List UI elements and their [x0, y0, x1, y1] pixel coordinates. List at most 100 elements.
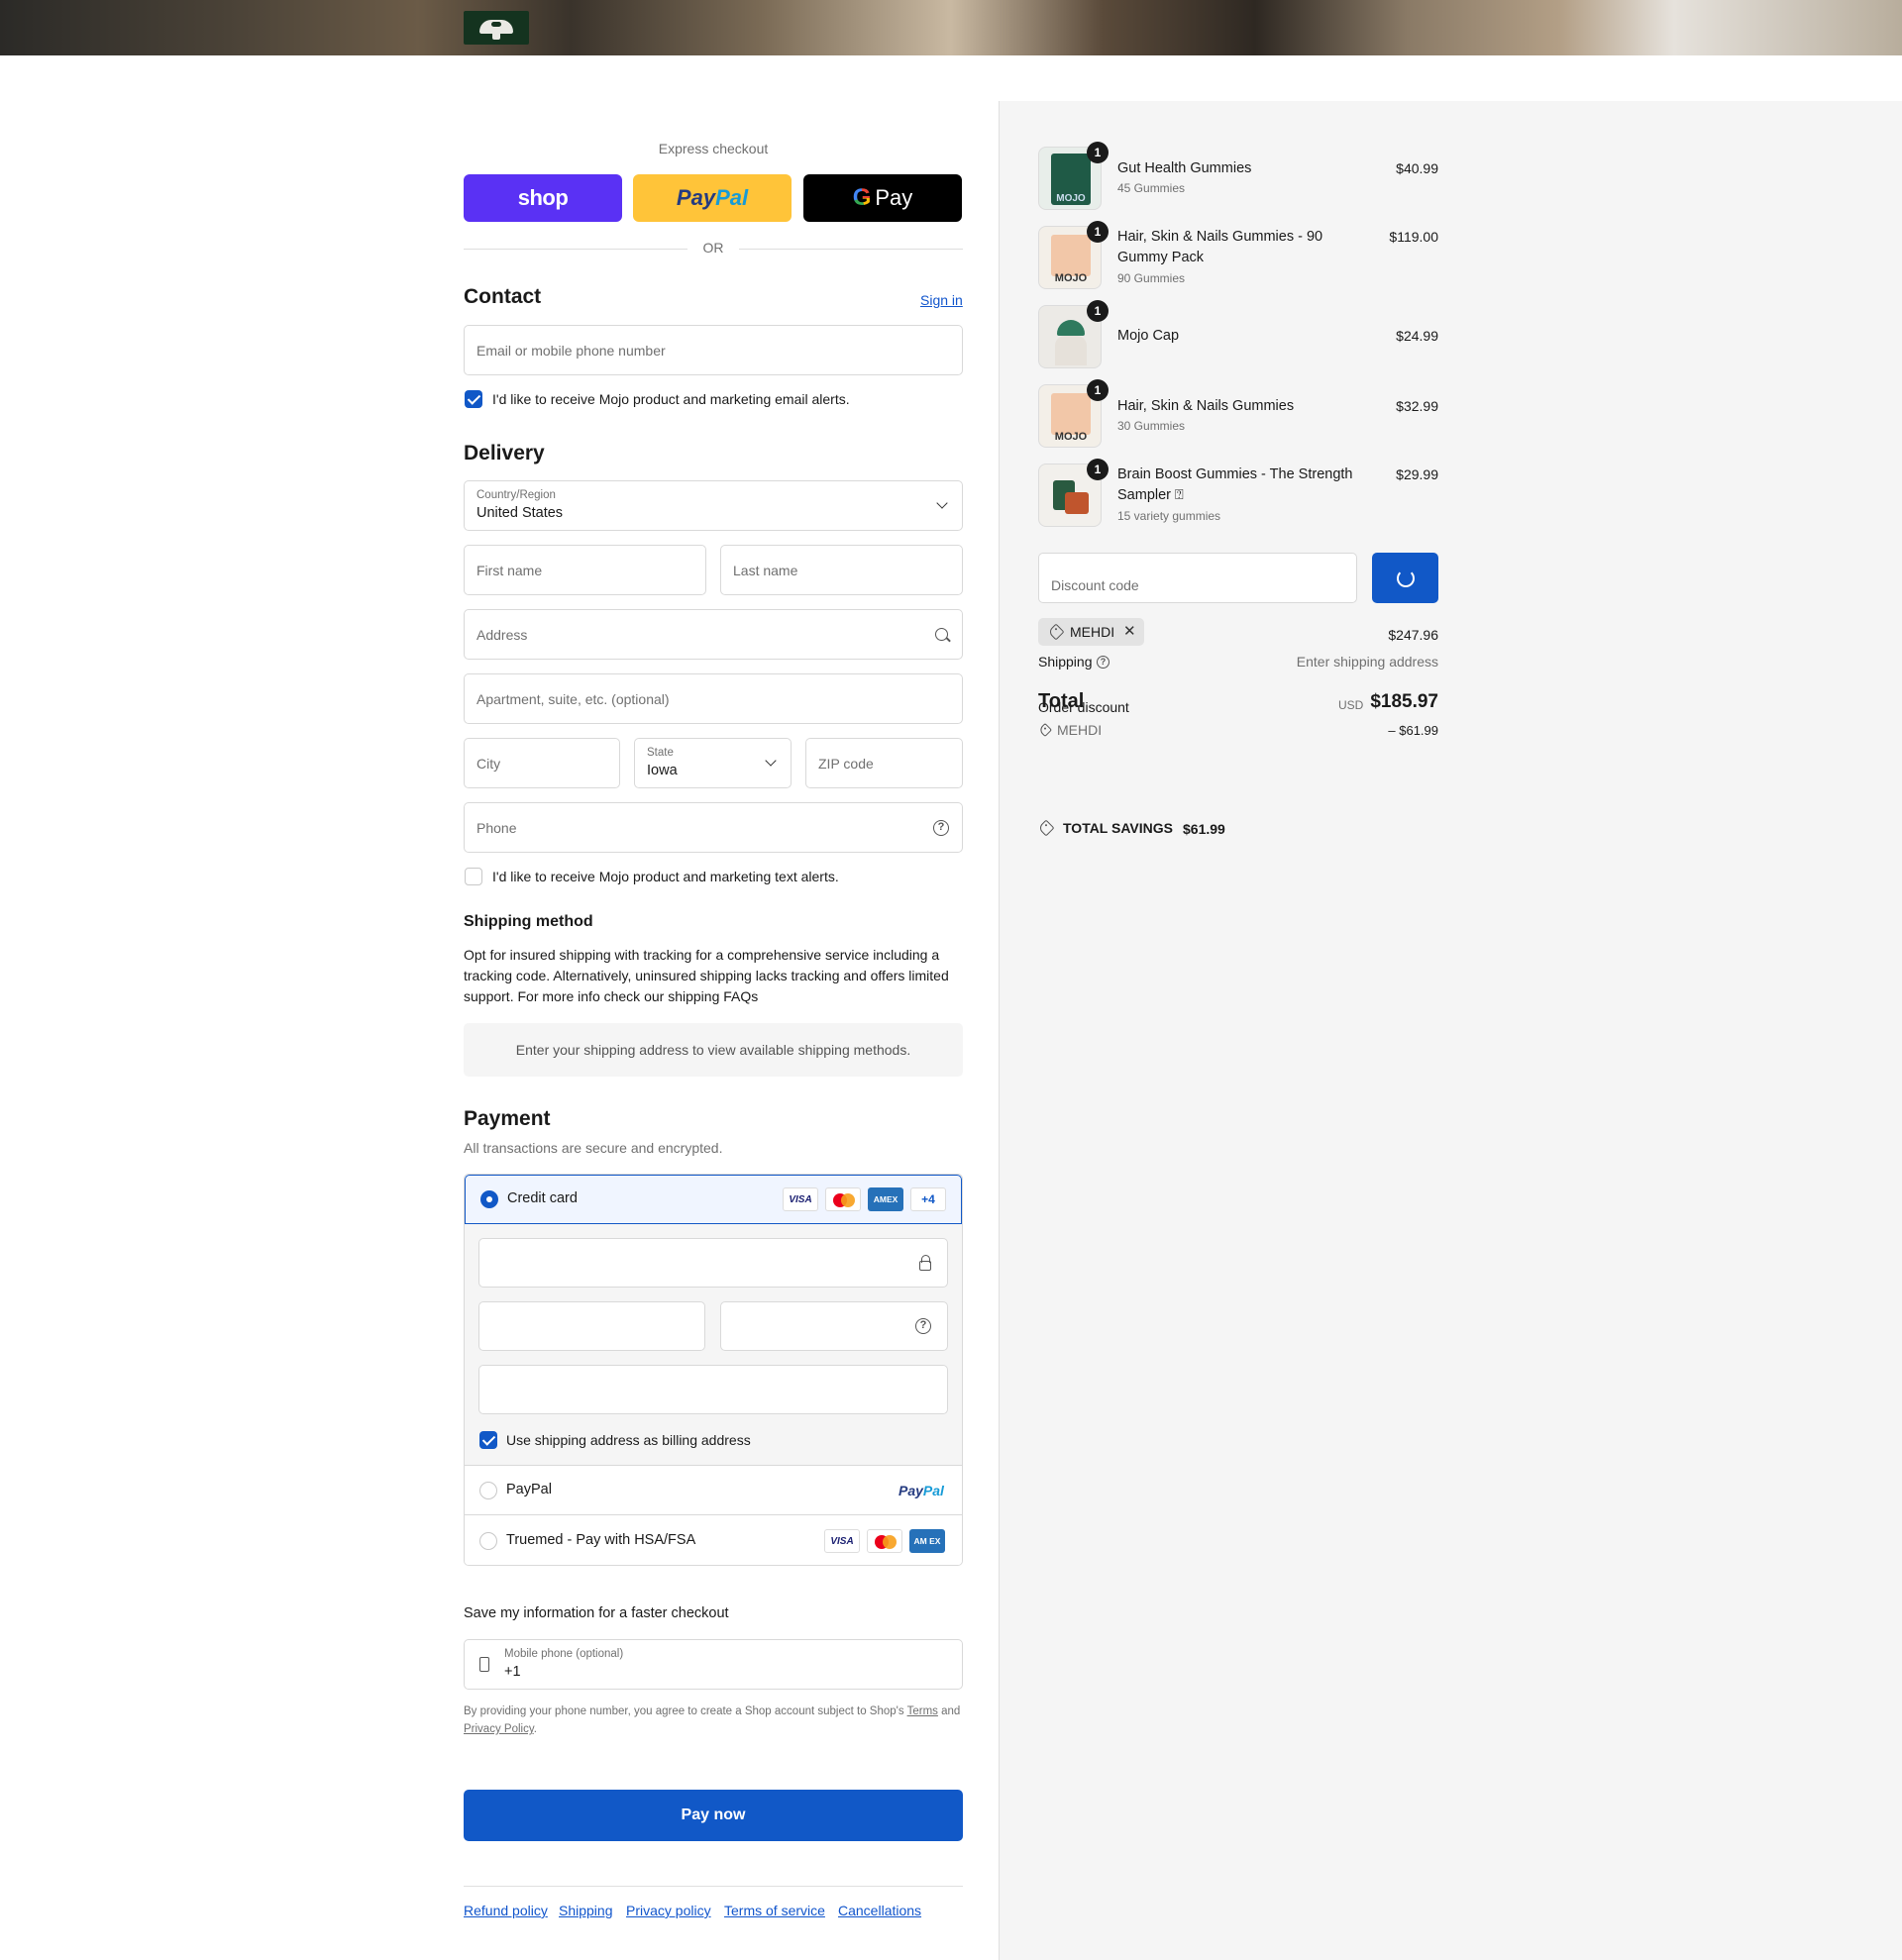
- city-placeholder: City: [476, 756, 501, 772]
- order-summary-panel: [999, 101, 1902, 1960]
- text-alerts-label: I'd like to receive Mojo product and mar…: [492, 869, 839, 884]
- billing-same-checkbox[interactable]: [479, 1431, 497, 1449]
- paypal-radio[interactable]: [479, 1482, 497, 1499]
- product-name: Gut Health Gummies: [1117, 160, 1252, 176]
- help-icon[interactable]: ?: [915, 1318, 931, 1334]
- credit-card-radio[interactable]: [480, 1190, 498, 1208]
- product-name: Brain Boost Gummies - The Strength Sampl…: [1117, 466, 1353, 503]
- paypal-option[interactable]: PayPal PayPal: [465, 1466, 962, 1515]
- legal-prefix: By providing your phone number, you agre…: [464, 1705, 904, 1717]
- zip-placeholder: ZIP code: [818, 756, 874, 772]
- country-value: United States: [476, 505, 564, 521]
- quantity-badge: 1: [1087, 142, 1109, 163]
- refund-policy-link[interactable]: Refund policy: [464, 1903, 548, 1918]
- card-number-field[interactable]: [478, 1238, 948, 1288]
- truemed-option[interactable]: Truemed - Pay with HSA/FSA VISA AM EX: [465, 1516, 962, 1565]
- contact-heading: Contact: [464, 285, 542, 308]
- mastercard-orange-circle: [883, 1535, 897, 1549]
- paypal-express-button[interactable]: Pay Pal: [633, 174, 792, 222]
- legal-and: and: [941, 1705, 961, 1717]
- shipping-value: Enter shipping address: [1296, 654, 1438, 670]
- discount-code-line: MEHDI: [1057, 722, 1103, 738]
- product-variant: 15 variety gummies: [1117, 509, 1221, 523]
- tag-icon: [1047, 623, 1065, 641]
- credit-card-option[interactable]: Credit card VISA AMEX +4: [465, 1175, 962, 1224]
- product-pouch-shape: [1051, 393, 1091, 435]
- lock-icon: [919, 1255, 931, 1271]
- product-name: Hair, Skin & Nails Gummies - 90 Gummy Pa…: [1117, 229, 1323, 265]
- loading-spinner-icon: [1397, 569, 1415, 587]
- product-name: Mojo Cap: [1117, 328, 1180, 344]
- state-select[interactable]: State Iowa: [634, 738, 792, 788]
- amex-icon: AM EX: [909, 1529, 945, 1553]
- payment-subtitle: All transactions are secure and encrypte…: [464, 1140, 723, 1156]
- discount-amount: – $61.99: [1388, 723, 1438, 738]
- mushroom-spot-shape: [491, 22, 501, 27]
- amex-icon: AMEX: [868, 1187, 903, 1211]
- product-price: $24.99: [1396, 328, 1438, 344]
- paypal-logo-icon: PayPal: [898, 1483, 944, 1498]
- help-icon[interactable]: ?: [1097, 656, 1110, 669]
- mastercard-orange-circle: [841, 1193, 855, 1207]
- email-alerts-checkbox[interactable]: [465, 390, 482, 408]
- mojo-logo[interactable]: [464, 11, 529, 45]
- help-icon[interactable]: ?: [933, 820, 949, 836]
- shipping-methods-notice: Enter your shipping address to view avai…: [464, 1023, 963, 1077]
- country-label: Country/Region: [476, 489, 556, 501]
- product-price: $119.00: [1389, 229, 1438, 245]
- delivery-heading: Delivery: [464, 442, 545, 464]
- shipping-method-description: Opt for insured shipping with tracking f…: [464, 947, 949, 1004]
- chevron-down-icon: [936, 497, 948, 509]
- product-price: $40.99: [1396, 160, 1438, 176]
- shipping-policy-link[interactable]: Shipping: [559, 1903, 613, 1918]
- footer-divider: [464, 1886, 963, 1887]
- city-field[interactable]: City: [464, 738, 620, 788]
- person-shape: [1055, 336, 1087, 365]
- name-on-card-field[interactable]: [478, 1365, 948, 1414]
- phone-icon: [479, 1657, 489, 1672]
- country-select[interactable]: Country/Region United States: [464, 480, 963, 531]
- first-name-field[interactable]: First name: [464, 545, 706, 595]
- quantity-badge: 1: [1087, 459, 1109, 480]
- last-name-field[interactable]: Last name: [720, 545, 963, 595]
- pay-now-button[interactable]: Pay now: [464, 1790, 963, 1841]
- shop-terms-link[interactable]: Terms: [907, 1705, 938, 1717]
- text-alerts-checkbox[interactable]: [465, 868, 482, 885]
- shop-privacy-link[interactable]: Privacy Policy: [464, 1723, 534, 1735]
- product-box-shape: [1065, 492, 1089, 514]
- shipping-method-heading: Shipping method: [464, 913, 593, 930]
- close-icon[interactable]: ✕: [1123, 622, 1136, 640]
- paypal-logo-pal: Pal: [922, 1483, 944, 1498]
- apartment-field[interactable]: Apartment, suite, etc. (optional): [464, 673, 963, 724]
- phone-field[interactable]: Phone ?: [464, 802, 963, 853]
- shipping-label: Shipping: [1038, 654, 1093, 670]
- address-field[interactable]: Address: [464, 609, 963, 660]
- product-price: $29.99: [1396, 466, 1438, 482]
- google-pay-button[interactable]: G Pay: [803, 174, 962, 222]
- privacy-policy-link[interactable]: Privacy policy: [626, 1903, 711, 1918]
- zip-field[interactable]: ZIP code: [805, 738, 963, 788]
- cancellations-link[interactable]: Cancellations: [838, 1903, 921, 1918]
- sign-in-link[interactable]: Sign in: [920, 292, 963, 308]
- visa-icon: VISA: [824, 1529, 860, 1553]
- mobile-phone-field[interactable]: Mobile phone (optional) +1: [464, 1639, 963, 1690]
- address-placeholder: Address: [476, 627, 528, 643]
- shop-pay-button[interactable]: shop: [464, 174, 622, 222]
- expiration-date-field[interactable]: [478, 1301, 705, 1351]
- email-field[interactable]: Email or mobile phone number: [464, 325, 963, 375]
- total-savings-value: $61.99: [1183, 821, 1225, 837]
- mobile-phone-value: +1: [504, 1664, 521, 1680]
- truemed-radio[interactable]: [479, 1532, 497, 1550]
- search-icon: [935, 628, 948, 641]
- discount-code-input[interactable]: Discount code: [1038, 553, 1357, 603]
- total-value: $185.97: [1370, 691, 1438, 712]
- email-alerts-label: I'd like to receive Mojo product and mar…: [492, 391, 850, 407]
- divider-left: [464, 249, 687, 250]
- security-code-field[interactable]: ?: [720, 1301, 948, 1351]
- shipping-label-text: Shipping: [1038, 654, 1093, 670]
- apply-discount-button[interactable]: [1372, 553, 1438, 603]
- product-brand: MOJO: [1054, 431, 1088, 443]
- mastercard-icon: [825, 1187, 861, 1211]
- discount-code-placeholder: Discount code: [1051, 577, 1139, 593]
- terms-of-service-link[interactable]: Terms of service: [724, 1903, 825, 1918]
